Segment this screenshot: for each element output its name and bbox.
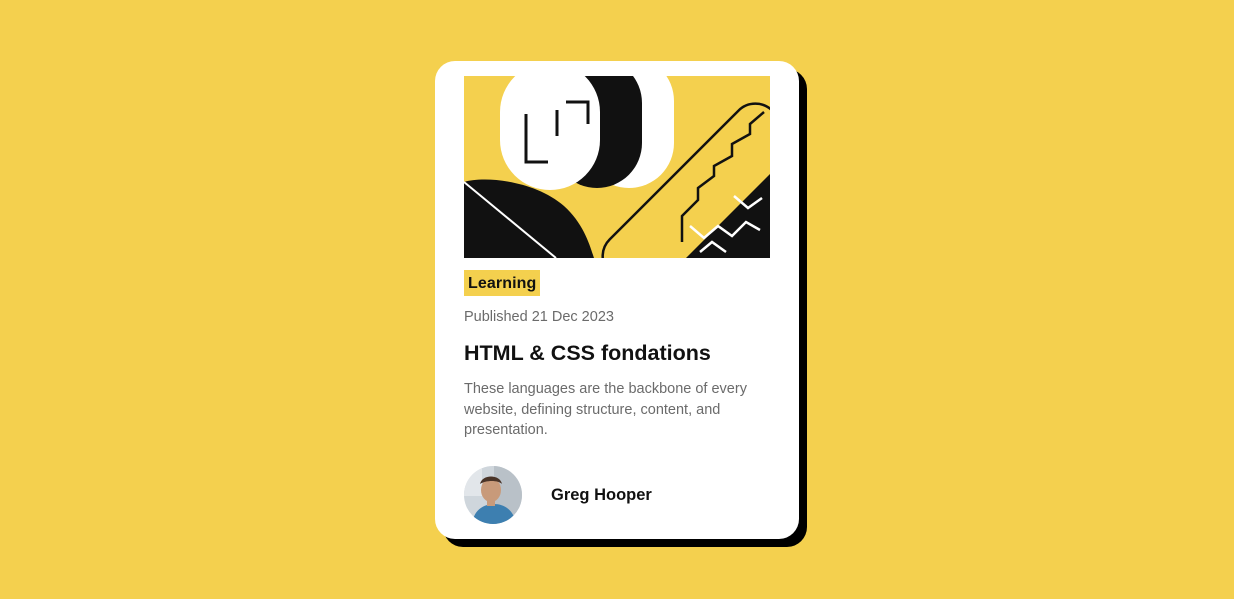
blog-preview-card[interactable]: Learning Published 21 Dec 2023 HTML & CS… [435,61,799,539]
card-title[interactable]: HTML & CSS fondations [464,340,770,366]
card-description: These languages are the backbone of ever… [464,381,747,438]
author-name[interactable]: Greg Hooper [551,486,652,505]
card-illustration [464,76,770,258]
abstract-illustration-icon [464,76,770,258]
category-tag[interactable]: Learning [464,270,541,296]
published-date: Published 21 Dec 2023 [464,309,614,325]
author-avatar-icon [464,466,522,524]
author-info: Greg Hooper [464,466,652,524]
